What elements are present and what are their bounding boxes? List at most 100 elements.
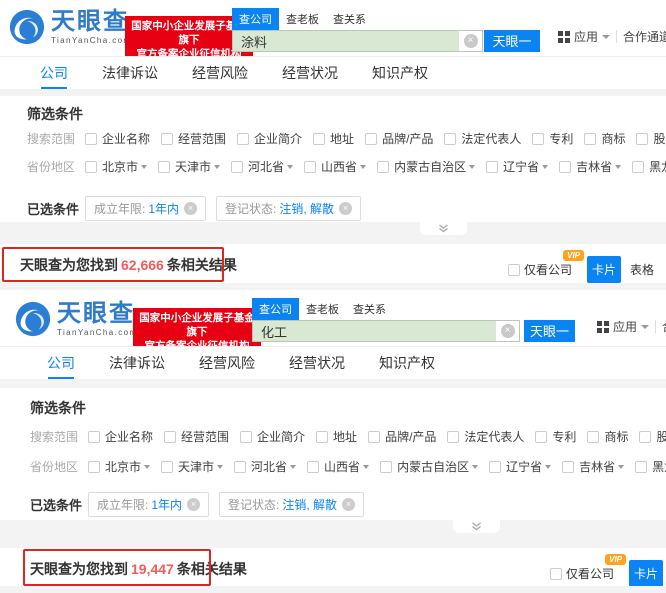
tianyancha-logo-icon bbox=[14, 300, 52, 338]
partner-menu[interactable]: 合作通道 bbox=[662, 318, 666, 335]
tab-lawsuit[interactable]: 法律诉讼 bbox=[102, 57, 158, 89]
tab-intellectual-property[interactable]: 知识产权 bbox=[372, 57, 428, 89]
card-view-button[interactable]: 卡片 bbox=[587, 256, 621, 283]
scope-item-company-name[interactable]: 企业名称 bbox=[88, 428, 153, 445]
remove-tag-icon[interactable]: × bbox=[339, 202, 352, 215]
checkbox bbox=[234, 461, 246, 473]
checkbox bbox=[85, 133, 97, 145]
remove-tag-icon[interactable]: × bbox=[342, 498, 355, 511]
divider-band bbox=[0, 283, 666, 290]
collapse-filter-button[interactable] bbox=[420, 222, 467, 235]
caret-down-icon bbox=[472, 465, 478, 469]
partner-menu[interactable]: 合作通道 bbox=[623, 28, 666, 45]
province-item-jilin[interactable]: 吉林省 bbox=[562, 458, 624, 475]
clear-search-button[interactable]: × bbox=[495, 321, 519, 341]
scope-item-company-name[interactable]: 企业名称 bbox=[85, 130, 150, 147]
scope-item-legal-rep[interactable]: 法定代表人 bbox=[444, 130, 521, 147]
province-item-beijing[interactable]: 北京市 bbox=[88, 458, 150, 475]
province-item-label: 北京市 bbox=[105, 458, 141, 475]
search-input[interactable] bbox=[253, 321, 495, 341]
scope-item-label: 法定代表人 bbox=[461, 130, 521, 147]
card-view-button[interactable]: 卡片 bbox=[629, 560, 663, 587]
caret-down-icon bbox=[290, 465, 296, 469]
filter-tag-founded-years: 成立年限: 1年内 × bbox=[85, 196, 206, 221]
province-item-tianjin[interactable]: 天津市 bbox=[161, 458, 223, 475]
only-company-checkbox[interactable]: 仅看公司 VIP bbox=[508, 261, 572, 278]
scope-item-shareholder[interactable]: 股东 bbox=[636, 130, 666, 147]
apps-menu[interactable]: 应用 bbox=[574, 28, 598, 45]
province-item-jilin[interactable]: 吉林省 bbox=[559, 158, 621, 175]
table-view-button[interactable]: 表格 bbox=[628, 256, 656, 283]
scope-item-shareholder[interactable]: 股东 bbox=[639, 428, 666, 445]
search-tab-relation[interactable]: 查关系 bbox=[346, 298, 393, 320]
scope-item-brand-product[interactable]: 品牌/产品 bbox=[365, 130, 433, 147]
tag-value: 1年内 bbox=[148, 200, 179, 217]
nav-tabs: 公司 法律诉讼 经营风险 经营状况 知识产权 bbox=[0, 56, 666, 90]
scope-item-legal-rep[interactable]: 法定代表人 bbox=[447, 428, 524, 445]
scope-item-company-intro[interactable]: 企业简介 bbox=[237, 130, 302, 147]
search-button[interactable]: 天眼一下 bbox=[484, 30, 540, 52]
search-button[interactable]: 天眼一下 bbox=[524, 320, 575, 342]
tab-operation-status[interactable]: 经营状况 bbox=[289, 347, 345, 379]
tab-intellectual-property[interactable]: 知识产权 bbox=[379, 347, 435, 379]
province-item-neimenggu[interactable]: 内蒙古自治区 bbox=[380, 458, 478, 475]
province-item-heilongjiang[interactable]: 黑龙江省 bbox=[635, 458, 666, 475]
checkbox bbox=[88, 431, 100, 443]
province-item-liaoning[interactable]: 辽宁省 bbox=[489, 458, 551, 475]
tab-operation-status[interactable]: 经营状况 bbox=[282, 57, 338, 89]
checkbox bbox=[559, 161, 571, 173]
remove-tag-icon[interactable]: × bbox=[187, 498, 200, 511]
province-item-label: 黑龙江省 bbox=[652, 458, 666, 475]
tab-lawsuit[interactable]: 法律诉讼 bbox=[109, 347, 165, 379]
only-company-checkbox[interactable]: 仅看公司 VIP bbox=[550, 565, 614, 582]
search-tab-boss[interactable]: 查老板 bbox=[299, 298, 346, 320]
province-item-tianjin[interactable]: 天津市 bbox=[158, 158, 220, 175]
scope-item-business-scope[interactable]: 经营范围 bbox=[161, 130, 226, 147]
scope-item-address[interactable]: 地址 bbox=[316, 428, 357, 445]
scope-item-label: 股东 bbox=[653, 130, 666, 147]
apps-menu[interactable]: 应用 bbox=[613, 318, 637, 335]
clear-search-button[interactable]: × bbox=[458, 31, 482, 51]
search-tab-company[interactable]: 查公司 bbox=[232, 8, 279, 30]
search-tab-relation[interactable]: 查关系 bbox=[326, 8, 373, 30]
province-item-hebei[interactable]: 河北省 bbox=[234, 458, 296, 475]
province-item-heilongjiang[interactable]: 黑龙江省 bbox=[632, 158, 666, 175]
checkbox bbox=[447, 431, 459, 443]
search-box: × 天眼一下 bbox=[252, 320, 575, 342]
filter-title: 筛选条件 bbox=[27, 104, 83, 124]
scope-item-trademark[interactable]: 商标 bbox=[584, 130, 625, 147]
scope-item-brand-product[interactable]: 品牌/产品 bbox=[368, 428, 436, 445]
scope-item-trademark[interactable]: 商标 bbox=[587, 428, 628, 445]
logo[interactable]: 天眼查 TianYanCha.com bbox=[8, 8, 132, 46]
search-input[interactable] bbox=[233, 31, 458, 51]
checkbox bbox=[307, 461, 319, 473]
scope-item-address[interactable]: 地址 bbox=[313, 130, 354, 147]
collapse-filter-button[interactable] bbox=[453, 520, 500, 533]
chevron-double-down-icon bbox=[438, 224, 449, 233]
checkbox bbox=[587, 431, 599, 443]
province-item-hebei[interactable]: 河北省 bbox=[231, 158, 293, 175]
province-item-shanxi[interactable]: 山西省 bbox=[304, 158, 366, 175]
province-item-neimenggu[interactable]: 内蒙古自治区 bbox=[377, 158, 475, 175]
province-item-beijing[interactable]: 北京市 bbox=[85, 158, 147, 175]
results-bar: 天眼查为您找到19,447条相关结果 仅看公司 VIP 卡片 bbox=[0, 548, 666, 586]
scope-item-company-intro[interactable]: 企业简介 bbox=[240, 428, 305, 445]
scope-item-patent[interactable]: 专利 bbox=[535, 428, 576, 445]
scope-item-label: 股东 bbox=[656, 428, 666, 445]
province-item-liaoning[interactable]: 辽宁省 bbox=[486, 158, 548, 175]
search-tab-company[interactable]: 查公司 bbox=[252, 298, 299, 320]
checkbox bbox=[313, 133, 325, 145]
tab-operation-risk[interactable]: 经营风险 bbox=[199, 347, 255, 379]
search-tab-boss[interactable]: 查老板 bbox=[279, 8, 326, 30]
scope-item-label: 品牌/产品 bbox=[382, 130, 433, 147]
province-item-shanxi[interactable]: 山西省 bbox=[307, 458, 369, 475]
scope-item-patent[interactable]: 专利 bbox=[532, 130, 573, 147]
tab-operation-risk[interactable]: 经营风险 bbox=[192, 57, 248, 89]
province-row: 省份地区 北京市 天津市 河北省 山西省 内蒙古自治区 辽宁省 吉林省 黑龙江省 bbox=[27, 158, 666, 175]
tab-company[interactable]: 公司 bbox=[47, 347, 75, 379]
scope-item-business-scope[interactable]: 经营范围 bbox=[164, 428, 229, 445]
remove-tag-icon[interactable]: × bbox=[184, 202, 197, 215]
logo[interactable]: 天眼查 TianYanCha.com bbox=[14, 300, 138, 338]
caret-down-icon bbox=[618, 465, 624, 469]
tab-company[interactable]: 公司 bbox=[40, 57, 68, 89]
